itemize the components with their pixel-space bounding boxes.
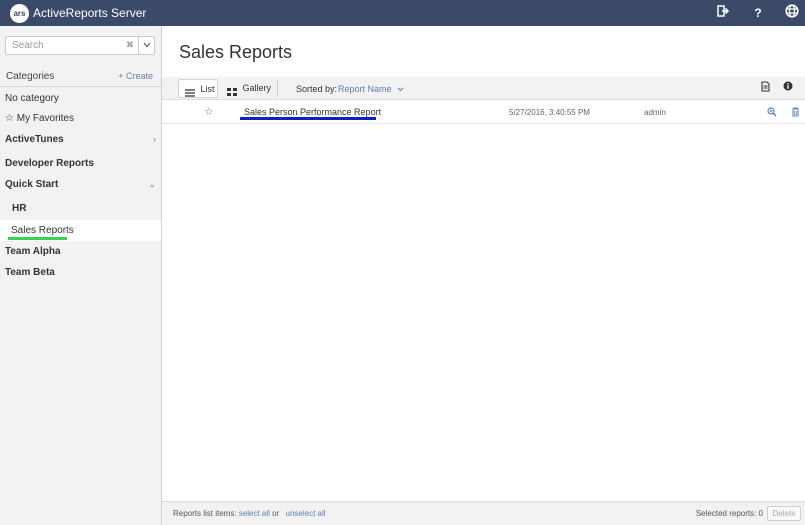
help-icon[interactable]: ? xyxy=(749,4,767,22)
document-icon[interactable] xyxy=(758,81,772,95)
sidebar-item-team-beta[interactable]: Team Beta xyxy=(0,262,161,283)
search-input[interactable] xyxy=(6,37,120,54)
select-all-link[interactable]: select all xyxy=(239,509,270,518)
sidebar-item-my-favorites[interactable]: ☆ My Favorites xyxy=(0,108,161,129)
unselect-all-link[interactable]: unselect all xyxy=(286,509,326,518)
chevron-down-icon[interactable] xyxy=(139,37,154,54)
page-title: Sales Reports xyxy=(179,42,293,62)
sidebar-item-activetunes[interactable]: ActiveTunes › xyxy=(0,129,161,150)
gallery-view-label: Gallery xyxy=(242,83,272,93)
gallery-view-button[interactable]: Gallery xyxy=(221,79,271,98)
top-bar: ars ActiveReports Server ? xyxy=(0,0,805,26)
sidebar-item-label: No category xyxy=(5,93,59,104)
app-title: ActiveReports Server xyxy=(33,6,147,20)
sidebar-item-hr[interactable]: HR xyxy=(0,198,161,219)
or-label: or xyxy=(272,509,280,518)
selection-highlight xyxy=(8,237,67,240)
sort-dropdown[interactable]: Report Name xyxy=(338,84,404,94)
clear-icon[interactable]: ✖ xyxy=(123,38,137,53)
sidebar-item-label: Sales Reports xyxy=(11,225,74,236)
sidebar: ✖ Categories + Create No category ☆ My F… xyxy=(0,26,162,525)
report-date: 5/27/2016, 3:40:55 PM xyxy=(509,108,590,117)
gallery-icon xyxy=(227,84,237,96)
categories-label: Categories xyxy=(6,71,55,82)
sort-value: Report Name xyxy=(338,84,392,94)
report-owner: admin xyxy=(644,108,666,117)
chevron-right-icon[interactable]: › xyxy=(153,129,156,150)
sidebar-item-label: Team Alpha xyxy=(5,246,61,257)
create-category-button[interactable]: + Create xyxy=(118,71,153,81)
chevron-down-icon xyxy=(397,84,404,94)
report-name[interactable]: Sales Person Performance Report xyxy=(244,107,381,117)
sorted-by-label: Sorted by: xyxy=(296,84,338,94)
report-highlight xyxy=(240,117,376,120)
list-icon xyxy=(185,85,195,97)
sidebar-item-label: ☆ My Favorites xyxy=(5,113,74,124)
selected-reports-count: Selected reports: 0 xyxy=(695,509,763,518)
footer: Reports list items: select all or unsele… xyxy=(162,501,805,525)
favorite-star-icon[interactable]: ☆ xyxy=(204,105,214,118)
list-items-label: Reports list items: xyxy=(173,509,237,518)
chevron-down-icon[interactable]: ⌄ xyxy=(148,174,156,195)
info-icon[interactable] xyxy=(781,81,795,95)
trash-icon[interactable] xyxy=(789,107,801,119)
sign-out-icon[interactable] xyxy=(714,4,732,22)
sidebar-item-label: Team Beta xyxy=(5,267,55,278)
app-logo[interactable]: ars xyxy=(10,4,29,23)
table-row[interactable]: ☆ Sales Person Performance Report 5/27/2… xyxy=(162,102,805,124)
toolbar-divider xyxy=(277,80,278,97)
delete-button[interactable]: Delete xyxy=(767,506,801,521)
sidebar-item-label: ActiveTunes xyxy=(5,134,64,145)
preview-zoom-icon[interactable] xyxy=(766,107,778,119)
sidebar-item-label: HR xyxy=(12,203,27,214)
list-view-button[interactable]: List xyxy=(178,79,218,98)
toolbar: List Gallery Sorted by: Report Name xyxy=(162,77,805,100)
list-view-label: List xyxy=(200,84,215,94)
sidebar-item-label: Quick Start xyxy=(5,179,59,190)
sidebar-item-quick-start[interactable]: Quick Start ⌄ xyxy=(0,174,161,195)
sidebar-item-developer-reports[interactable]: Developer Reports xyxy=(0,153,161,174)
search-box: ✖ xyxy=(5,36,155,55)
footer-selection-links: Reports list items: select all or unsele… xyxy=(173,509,326,518)
categories-header: Categories + Create xyxy=(0,68,161,87)
globe-icon[interactable] xyxy=(783,4,801,22)
sidebar-item-team-alpha[interactable]: Team Alpha xyxy=(0,241,161,262)
sidebar-item-label: Developer Reports xyxy=(5,158,94,169)
sidebar-item-no-category[interactable]: No category xyxy=(0,88,161,109)
